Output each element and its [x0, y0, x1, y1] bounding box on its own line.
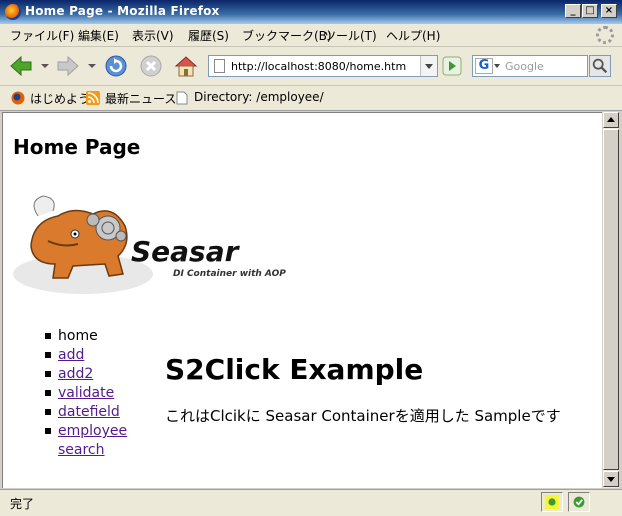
menu-help[interactable]: ヘルプ(H) — [386, 27, 440, 44]
nav-item-validate: validate — [45, 384, 128, 403]
page-bookmark-icon — [176, 91, 188, 105]
nav-home-label: home — [58, 328, 98, 344]
page-secure-check-icon[interactable] — [568, 492, 590, 512]
page-title: Home Page — [13, 135, 141, 159]
menu-view[interactable]: 表示(V) — [132, 27, 174, 44]
window-title: Home Page - Mozilla Firefox — [25, 4, 220, 18]
page-nav-list: home add add2 validate datefield employe… — [45, 327, 128, 460]
forward-arrow-icon[interactable] — [55, 53, 81, 79]
menu-history[interactable]: 履歴(S) — [188, 27, 229, 44]
nav-employee-search-link[interactable]: employee search — [58, 422, 128, 460]
logo-subtext: DI Container with AOP — [173, 269, 286, 279]
scroll-down-button[interactable] — [603, 471, 619, 487]
back-history-dropdown-icon[interactable] — [41, 64, 49, 68]
scroll-up-button[interactable] — [603, 112, 619, 128]
address-bar[interactable] — [208, 55, 438, 77]
nav-item-employee-search: employee search — [45, 422, 128, 460]
rss-feed-icon — [86, 91, 100, 105]
url-input[interactable] — [231, 58, 416, 74]
bookmarks-toolbar: はじめよう 最新ニュース Directory: /employee/ — [0, 86, 622, 111]
firefox-icon — [5, 4, 21, 20]
nav-item-add2: add2 — [45, 365, 128, 384]
nav-item-home: home — [45, 327, 128, 346]
nav-item-add: add — [45, 346, 128, 365]
vertical-scrollbar[interactable] — [602, 112, 619, 488]
search-engine-icon[interactable]: G — [475, 58, 493, 74]
page-content: Home Page Seasar DI Container with AOP h… — [2, 112, 602, 488]
reload-icon[interactable] — [103, 53, 129, 79]
nav-add2-link[interactable]: add2 — [58, 366, 93, 382]
go-button[interactable] — [442, 56, 462, 76]
menu-file[interactable]: ファイル(F) — [10, 27, 74, 44]
logo-text: Seasar — [131, 235, 241, 268]
status-bar: 完了 — [0, 489, 622, 516]
page-icon — [214, 59, 225, 73]
nav-add-link[interactable]: add — [58, 347, 84, 363]
stop-icon[interactable] — [138, 53, 164, 79]
menu-edit[interactable]: 編集(E) — [78, 27, 119, 44]
back-arrow-icon[interactable] — [8, 53, 34, 79]
search-icon[interactable] — [589, 55, 611, 77]
firefox-bookmark-icon — [11, 91, 25, 105]
maximize-button[interactable]: □ — [582, 4, 598, 18]
bookmark-latest-news[interactable]: 最新ニュース — [105, 90, 176, 107]
search-input[interactable] — [505, 59, 585, 74]
bookmark-directory-employee[interactable]: Directory: /employee/ — [194, 90, 324, 104]
activity-throbber-icon — [596, 26, 614, 44]
nav-datefield-link[interactable]: datefield — [58, 404, 120, 420]
menu-bar: ファイル(F) 編集(E) 表示(V) 履歴(S) ブックマーク(B) ツール(… — [0, 24, 622, 47]
seasar-logo: Seasar DI Container with AOP — [13, 195, 286, 294]
window-title-bar[interactable]: Home Page - Mozilla Firefox _ □ × — [0, 0, 622, 24]
forward-history-dropdown-icon[interactable] — [88, 64, 96, 68]
scroll-thumb[interactable] — [603, 129, 619, 470]
navigation-toolbar: G — [0, 47, 622, 86]
close-button[interactable]: × — [601, 4, 617, 18]
nav-validate-link[interactable]: validate — [58, 385, 114, 401]
minimize-button[interactable]: _ — [565, 4, 581, 18]
url-history-dropdown-icon[interactable] — [420, 56, 437, 76]
menu-bookmarks[interactable]: ブックマーク(B) — [242, 27, 332, 44]
bookmark-getting-started[interactable]: はじめよう — [30, 90, 90, 107]
search-engine-dropdown-icon[interactable] — [494, 64, 500, 68]
status-text: 完了 — [10, 497, 35, 511]
menu-tools[interactable]: ツール(T) — [324, 27, 377, 44]
nav-item-datefield: datefield — [45, 403, 128, 422]
home-icon[interactable] — [173, 53, 199, 79]
example-description: これはClcikに Seasar Containerを適用した Sampleです — [165, 407, 561, 425]
search-box[interactable]: G — [472, 55, 588, 77]
example-title: S2Click Example — [165, 353, 424, 386]
add-on-status-icon[interactable] — [541, 492, 563, 512]
